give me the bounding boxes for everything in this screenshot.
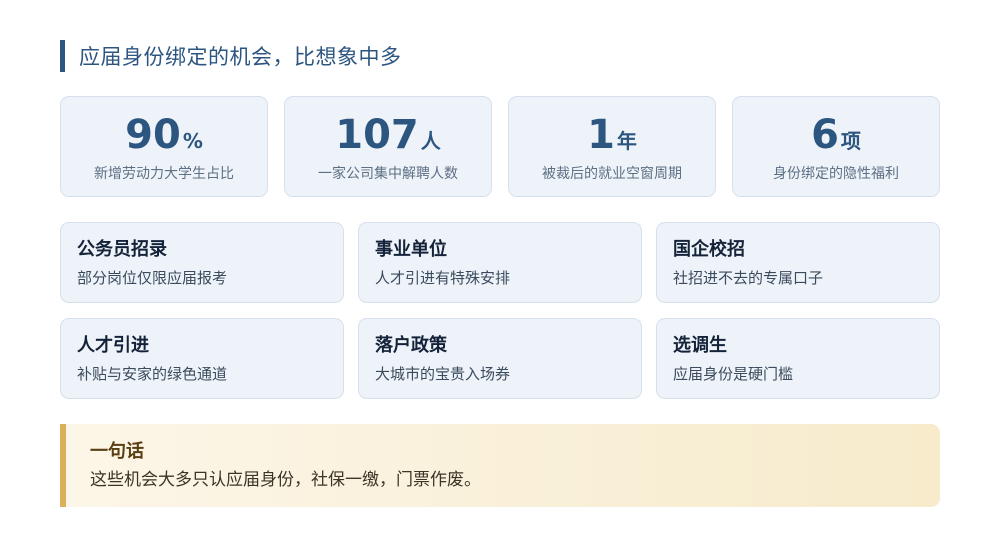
stat-number: 6 (811, 112, 839, 158)
stat-number: 1 (587, 112, 615, 158)
opportunity-card-public-institution: 事业单位 人才引进有特殊安排 (358, 222, 642, 303)
opportunity-card-selected-graduate: 选调生 应届身份是硬门槛 (656, 318, 940, 399)
stat-card-graduate-share: 90% 新增劳动力大学生占比 (60, 96, 268, 197)
stat-value: 6项 (733, 113, 939, 157)
opportunity-card-soe-campus: 国企校招 社招进不去的专属口子 (656, 222, 940, 303)
stat-value: 1年 (509, 113, 715, 157)
card-title: 落户政策 (375, 335, 447, 356)
card-title: 事业单位 (375, 239, 447, 260)
page-title: 应届身份绑定的机会，比想象中多 (79, 45, 402, 69)
stat-value: 107 人 (285, 113, 491, 157)
stat-label: 被裁后的就业空窗周期 (542, 166, 682, 182)
card-title: 人才引进 (77, 335, 149, 356)
card-description: 补贴与安家的绿色通道 (77, 365, 228, 383)
stat-unit: 人 (420, 129, 441, 153)
stat-value: 90% (61, 113, 267, 157)
stat-label: 一家公司集中解聘人数 (318, 166, 458, 182)
stat-card-hidden-benefits: 6项 身份绑定的隐性福利 (732, 96, 940, 197)
opportunity-card-hukou-policy: 落户政策 大城市的宝贵入场券 (358, 318, 642, 399)
card-description: 人才引进有特殊安排 (375, 269, 511, 287)
stat-label: 身份绑定的隐性福利 (773, 166, 899, 182)
opportunity-card-civil-service: 公务员招录 部分岗位仅限应届报考 (60, 222, 344, 303)
stats-row: 90% 新增劳动力大学生占比 107 人 一家公司集中解聘人数 1年 被裁后的就业… (60, 96, 940, 197)
card-title: 国企校招 (673, 239, 745, 260)
callout-text: 这些机会大多只认应届身份，社保一缴，门票作废。 (90, 470, 481, 490)
opportunity-card-talent-program: 人才引进 补贴与安家的绿色通道 (60, 318, 344, 399)
stat-label: 新增劳动力大学生占比 (94, 166, 234, 182)
card-description: 部分岗位仅限应届报考 (77, 269, 228, 287)
card-description: 大城市的宝贵入场券 (375, 365, 511, 383)
stat-unit: % (182, 129, 203, 153)
stat-unit: 项 (840, 129, 861, 153)
card-title: 公务员招录 (77, 239, 167, 260)
card-title: 选调生 (673, 335, 727, 356)
stat-unit: 年 (616, 129, 637, 153)
stat-card-layoff-count: 107 人 一家公司集中解聘人数 (284, 96, 492, 197)
title-accent-bar (60, 40, 65, 72)
stat-number: 107 (335, 112, 419, 158)
opportunity-grid: 公务员招录 部分岗位仅限应届报考 事业单位 人才引进有特殊安排 国企校招 社招进… (60, 222, 940, 399)
callout-title: 一句话 (90, 441, 144, 462)
summary-callout: 一句话 这些机会大多只认应届身份，社保一缴，门票作废。 (60, 424, 940, 507)
card-description: 应届身份是硬门槛 (673, 365, 794, 383)
stat-number: 90 (125, 112, 181, 158)
page: 应届身份绑定的机会，比想象中多 90% 新增劳动力大学生占比 107 人 一家公司… (60, 40, 940, 507)
page-header: 应届身份绑定的机会，比想象中多 (60, 40, 940, 72)
card-description: 社招进不去的专属口子 (673, 269, 824, 287)
stat-card-gap-period: 1年 被裁后的就业空窗周期 (508, 96, 716, 197)
